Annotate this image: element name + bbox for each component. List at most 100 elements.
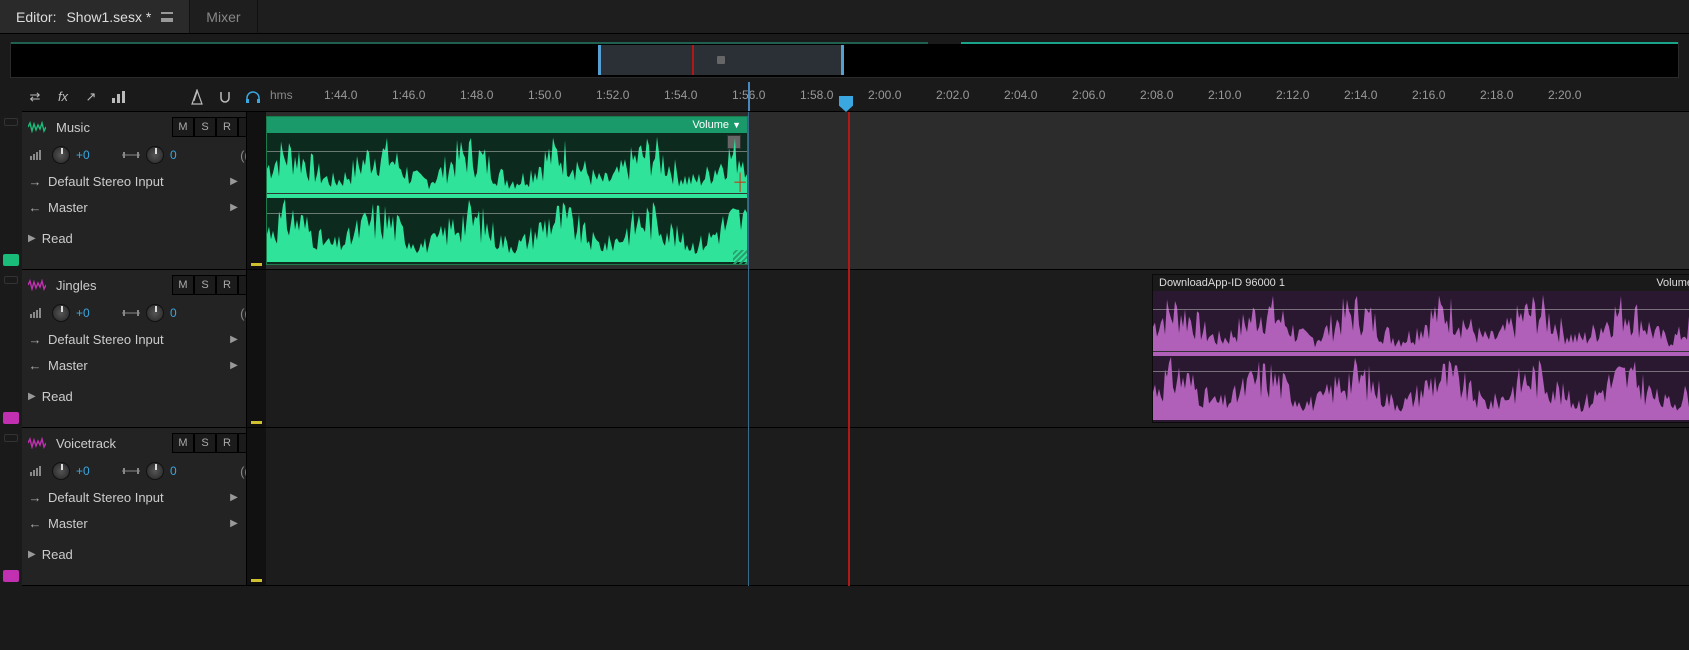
overview-grip-icon xyxy=(717,56,725,64)
pan-knob[interactable] xyxy=(146,146,164,164)
timeline-overview[interactable] xyxy=(10,42,1679,78)
track-lane-music[interactable]: Volume ▼ ┼ xyxy=(266,112,1689,270)
track-name[interactable]: Music xyxy=(52,120,166,135)
mute-button[interactable]: M xyxy=(172,433,194,453)
automation-expand-icon[interactable]: ▶ xyxy=(28,391,36,402)
automation-mode[interactable]: Read xyxy=(42,231,242,246)
ruler-tick: 1:44.0 xyxy=(324,88,357,102)
output-arrow-icon: ← xyxy=(28,358,42,373)
ruler-unit-label: hms xyxy=(270,88,293,102)
input-label[interactable]: Default Stereo Input xyxy=(48,332,222,347)
clip-volume-label[interactable]: Volume ▼ xyxy=(692,119,741,131)
output-menu-chevron[interactable]: ▶ xyxy=(228,360,240,371)
ruler-tick: 1:48.0 xyxy=(460,88,493,102)
pan-value[interactable]: 0 xyxy=(170,464,190,478)
volume-value[interactable]: +0 xyxy=(76,306,96,320)
ruler-tick: 1:54.0 xyxy=(664,88,697,102)
timeline-lanes: hms 1:44.0 1:46.0 1:48.0 1:50.0 1:52.0 1:54.0… xyxy=(266,82,1689,586)
input-arrow-icon: → xyxy=(28,332,42,347)
track-toolbar: ⇄ fx ↗ xyxy=(22,82,266,112)
solo-button[interactable]: S xyxy=(194,117,216,137)
ruler-tick: 1:50.0 xyxy=(528,88,561,102)
headphones-icon[interactable] xyxy=(244,88,262,106)
ruler-tick: 2:14.0 xyxy=(1344,88,1377,102)
pan-icon xyxy=(122,306,140,320)
track-header-column: ⇄ fx ↗ MusicMSRI+00((•))→Default Stere xyxy=(22,82,266,586)
automation-mode[interactable]: Read xyxy=(42,547,242,562)
output-label[interactable]: Master xyxy=(48,200,222,215)
tab-editor[interactable]: Editor: Show1.sesx * xyxy=(0,0,190,33)
output-label[interactable]: Master xyxy=(48,358,222,373)
solo-button[interactable]: S xyxy=(194,433,216,453)
tab-menu-icon[interactable] xyxy=(161,12,173,22)
overview-accent xyxy=(11,42,1678,44)
track-color-voice[interactable] xyxy=(0,428,22,586)
record-button[interactable]: R xyxy=(216,433,238,453)
record-button[interactable]: R xyxy=(216,275,238,295)
sends-icon[interactable]: ↗ xyxy=(82,88,100,106)
volume-knob[interactable] xyxy=(52,462,70,480)
clip-fade-handle[interactable] xyxy=(733,250,747,264)
pan-knob[interactable] xyxy=(146,462,164,480)
output-menu-chevron[interactable]: ▶ xyxy=(228,202,240,213)
pan-value[interactable]: 0 xyxy=(170,148,190,162)
audio-clip[interactable]: DownloadApp-ID 96000 1Volume ▼ xyxy=(1152,274,1689,423)
volume-knob[interactable] xyxy=(52,304,70,322)
output-label[interactable]: Master xyxy=(48,516,222,531)
ruler-current-time-indicator[interactable] xyxy=(748,82,750,111)
input-menu-chevron[interactable]: ▶ xyxy=(228,492,240,503)
automation-expand-icon[interactable]: ▶ xyxy=(28,233,36,244)
input-label[interactable]: Default Stereo Input xyxy=(48,490,222,505)
track-color-column xyxy=(0,82,22,586)
overview-view-window[interactable] xyxy=(598,45,845,75)
inputs-outputs-icon[interactable]: ⇄ xyxy=(26,88,44,106)
track-meter xyxy=(246,112,266,269)
input-menu-chevron[interactable]: ▶ xyxy=(228,334,240,345)
ruler-tick: 1:52.0 xyxy=(596,88,629,102)
mute-button[interactable]: M xyxy=(172,117,194,137)
fx-icon[interactable]: fx xyxy=(54,88,72,106)
volume-knob[interactable] xyxy=(52,146,70,164)
track-meter xyxy=(246,428,266,585)
input-menu-chevron[interactable]: ▶ xyxy=(228,176,240,187)
track-name[interactable]: Jingles xyxy=(52,278,166,293)
volume-icon xyxy=(28,306,46,320)
solo-button[interactable]: S xyxy=(194,275,216,295)
output-menu-chevron[interactable]: ▶ xyxy=(228,518,240,529)
volume-value[interactable]: +0 xyxy=(76,148,96,162)
eq-icon[interactable] xyxy=(110,88,128,106)
track-header-voice: VoicetrackMSRI+00((•))→Default Stereo In… xyxy=(22,428,266,586)
automation-expand-icon[interactable]: ▶ xyxy=(28,549,36,560)
mute-button[interactable]: M xyxy=(172,275,194,295)
tab-mixer[interactable]: Mixer xyxy=(190,0,257,33)
ruler-tick: 2:00.0 xyxy=(868,88,901,102)
track-color-music[interactable] xyxy=(0,112,22,270)
clip-edge-handle[interactable]: ┼ xyxy=(731,173,748,193)
record-button[interactable]: R xyxy=(216,117,238,137)
track-header-music: MusicMSRI+00((•))→Default Stereo Input▶←… xyxy=(22,112,266,270)
ruler-marker[interactable] xyxy=(839,96,853,112)
clip-volume-label[interactable]: Volume ▼ xyxy=(1656,277,1689,289)
volume-icon xyxy=(28,148,46,162)
waveform-icon xyxy=(28,436,46,450)
ruler-tick: 2:06.0 xyxy=(1072,88,1105,102)
pan-value[interactable]: 0 xyxy=(170,306,190,320)
volume-value[interactable]: +0 xyxy=(76,464,96,478)
time-ruler[interactable]: hms 1:44.0 1:46.0 1:48.0 1:50.0 1:52.0 1:54.0… xyxy=(266,82,1689,112)
ruler-tick: 2:10.0 xyxy=(1208,88,1241,102)
ruler-tick: 1:46.0 xyxy=(392,88,425,102)
snap-icon[interactable] xyxy=(216,88,234,106)
tab-mixer-label: Mixer xyxy=(206,9,240,25)
audio-clip[interactable]: Volume ▼ ┼ xyxy=(266,116,748,265)
track-name[interactable]: Voicetrack xyxy=(52,436,166,451)
input-label[interactable]: Default Stereo Input xyxy=(48,174,222,189)
track-lane-jingles[interactable]: DownloadApp-ID 96000 1Volume ▼ xyxy=(266,270,1689,428)
track-color-jingles[interactable] xyxy=(0,270,22,428)
track-lane-voice[interactable] xyxy=(266,428,1689,586)
automation-mode[interactable]: Read xyxy=(42,389,242,404)
ruler-tick: 1:58.0 xyxy=(800,88,833,102)
ruler-tick: 2:12.0 xyxy=(1276,88,1309,102)
tab-editor-filename: Show1.sesx * xyxy=(66,9,151,25)
pan-knob[interactable] xyxy=(146,304,164,322)
metronome-icon[interactable] xyxy=(188,88,206,106)
